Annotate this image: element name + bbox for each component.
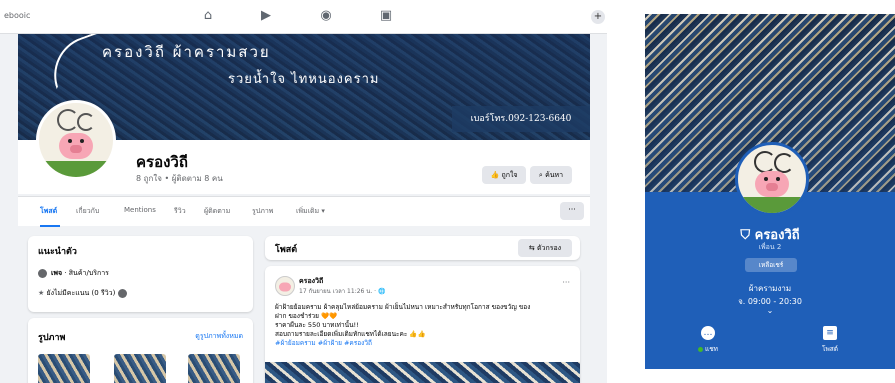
new-tab-button[interactable]: + bbox=[591, 10, 605, 24]
pig-snout bbox=[766, 183, 778, 192]
tab-posts[interactable]: โพสต์ bbox=[40, 206, 57, 217]
post-author-avatar[interactable] bbox=[275, 276, 295, 296]
pig-mascot-icon bbox=[755, 171, 789, 198]
post-card: ครองวิถี 17 กันยายน เวลา 11:26 น. · 🌐 ··… bbox=[265, 266, 580, 383]
cover-phone-number: เบอร์โทร.092-123-6640 bbox=[452, 106, 590, 132]
pig-eye bbox=[776, 177, 780, 182]
intro-rating-row: ★ ยังไม่มีคะแนน (0 รีวิว) bbox=[38, 288, 131, 299]
intro-category-bold: เพจ bbox=[51, 269, 63, 277]
facebook-mobile-page: ⛉ ครองวิถี เพื่อน 2 เหลือเชร์ ผ้าครามงาม… bbox=[645, 14, 895, 369]
photo-thumbnail[interactable] bbox=[114, 354, 166, 383]
top-nav-bar: ebooic ⌂ ▶ ◉ ▣ + bbox=[0, 0, 607, 34]
avatar-grass bbox=[738, 197, 806, 213]
pig-snout bbox=[70, 144, 82, 153]
pig-mascot-icon bbox=[279, 282, 291, 292]
filter-button-label: ตัวกรอง bbox=[536, 244, 562, 252]
document-icon: ≡ bbox=[823, 326, 837, 340]
tab-reviews[interactable]: รีวิว bbox=[174, 206, 186, 217]
info-icon bbox=[38, 268, 47, 278]
intro-card: แนะนำตัว เพจ · สินค้า/บริการ ★ ยังไม่มีค… bbox=[28, 236, 253, 312]
page-title: ครองวิถี bbox=[136, 153, 188, 171]
tab-more[interactable]: เพิ่มเติม ▾ bbox=[296, 206, 325, 217]
online-status-dot bbox=[698, 346, 704, 352]
posts-header-card: โพสต์ ⇆ ตัวกรอง bbox=[265, 236, 580, 260]
mobile-profile-avatar[interactable] bbox=[735, 142, 809, 216]
post-image[interactable] bbox=[265, 362, 580, 383]
photos-card: รูปภาพ ดูรูปภาพทั้งหมด bbox=[28, 318, 253, 383]
video-icon[interactable]: ▶ bbox=[258, 8, 274, 24]
avatar-swirl-decoration bbox=[754, 151, 776, 173]
page-stats: 8 ถูกใจ • ผู้ติดตาม 8 คน bbox=[136, 174, 223, 183]
mobile-posts-button[interactable]: ≡ โพสต์ bbox=[805, 326, 855, 354]
mobile-posts-label: โพสต์ bbox=[822, 345, 838, 353]
pig-eye bbox=[68, 138, 72, 143]
star-icon: ★ bbox=[38, 289, 47, 297]
tabs-more-button[interactable]: ··· bbox=[560, 202, 584, 220]
intro-category-text: · สินค้า/บริการ bbox=[62, 269, 109, 277]
mobile-page-name: ครองวิถี bbox=[754, 228, 800, 243]
photo-thumbnail[interactable] bbox=[38, 354, 90, 383]
cover-title-line-1: ครองวิถี ผ้าครามสวย bbox=[102, 43, 271, 61]
search-page-button[interactable]: ⌕ ค้นหา bbox=[530, 166, 572, 184]
facebook-desktop-page: ebooic ⌂ ▶ ◉ ▣ + ครองวิถี ผ้าครามสวย รวย… bbox=[0, 0, 607, 383]
mobile-chat-label: แชท bbox=[705, 345, 718, 353]
like-page-button[interactable]: 👍 ถูกใจ bbox=[482, 166, 526, 184]
intro-rating-text[interactable]: ยังไม่มีคะแนน (0 รีวิว) bbox=[47, 289, 116, 297]
chevron-down-icon[interactable]: ⌄ bbox=[645, 306, 895, 315]
chat-bubble-icon: … bbox=[701, 326, 715, 340]
posts-title: โพสต์ bbox=[275, 245, 298, 255]
filter-icon: ⇆ bbox=[528, 244, 537, 252]
cover-title-line-2: รวยน้ำใจ ไทหนองคราม bbox=[228, 72, 380, 87]
tab-about[interactable]: เกี่ยวกับ bbox=[76, 206, 99, 217]
browser-tab-fragment: ebooic bbox=[4, 11, 31, 20]
avatar-swirl-decoration bbox=[57, 109, 79, 131]
mobile-category: ผ้าครามงาม bbox=[748, 284, 792, 293]
pig-eye bbox=[80, 138, 84, 143]
home-icon[interactable]: ⌂ bbox=[200, 8, 216, 24]
post-hashtags[interactable]: #ผ้าย้อมคราม #ผ้าฝ้าย #ครองวิถี bbox=[275, 338, 372, 348]
pages-icon[interactable]: ▣ bbox=[378, 8, 394, 24]
mobile-chat-button[interactable]: … แชท bbox=[683, 326, 733, 354]
photo-thumbnail[interactable] bbox=[188, 354, 240, 383]
tab-mentions[interactable]: Mentions bbox=[124, 206, 156, 214]
like-button-label: ถูกใจ bbox=[501, 171, 518, 179]
active-tab-indicator bbox=[40, 225, 60, 227]
avatar-grass bbox=[39, 161, 113, 177]
mobile-badge[interactable]: เหลือเชร์ bbox=[745, 258, 797, 272]
thumbs-up-icon: 👍 bbox=[490, 171, 502, 179]
pig-mascot-icon bbox=[59, 132, 93, 159]
filter-button[interactable]: ⇆ ตัวกรอง bbox=[518, 239, 572, 257]
screenshot-root: ebooic ⌂ ▶ ◉ ▣ + ครองวิถี ผ้าครามสวย รวย… bbox=[0, 0, 895, 383]
see-all-photos-link[interactable]: ดูรูปภาพทั้งหมด bbox=[195, 331, 243, 342]
search-button-label: ค้นหา bbox=[545, 171, 564, 179]
post-options-button[interactable]: ··· bbox=[562, 278, 570, 287]
groups-icon[interactable]: ◉ bbox=[318, 8, 334, 24]
photos-title: รูปภาพ bbox=[38, 333, 66, 343]
tab-followers[interactable]: ผู้ติดตาม bbox=[204, 206, 230, 217]
post-timestamp[interactable]: 17 กันยายน เวลา 11:26 น. · 🌐 bbox=[299, 286, 385, 296]
avatar-swirl-decoration bbox=[774, 153, 794, 173]
tab-photos[interactable]: รูปภาพ bbox=[252, 206, 273, 217]
intro-category-row: เพจ · สินค้า/บริการ bbox=[38, 268, 109, 279]
page-tabs: โพสต์ เกี่ยวกับ Mentions รีวิว ผู้ติดตาม… bbox=[18, 196, 590, 227]
shield-icon: ⛉ bbox=[740, 228, 755, 243]
intro-title: แนะนำตัว bbox=[38, 247, 77, 257]
info-icon[interactable] bbox=[117, 288, 127, 298]
profile-avatar[interactable] bbox=[36, 100, 116, 180]
mobile-page-subtitle: เพื่อน 2 bbox=[758, 243, 782, 251]
avatar-swirl-decoration bbox=[77, 113, 95, 131]
pig-eye bbox=[764, 177, 768, 182]
